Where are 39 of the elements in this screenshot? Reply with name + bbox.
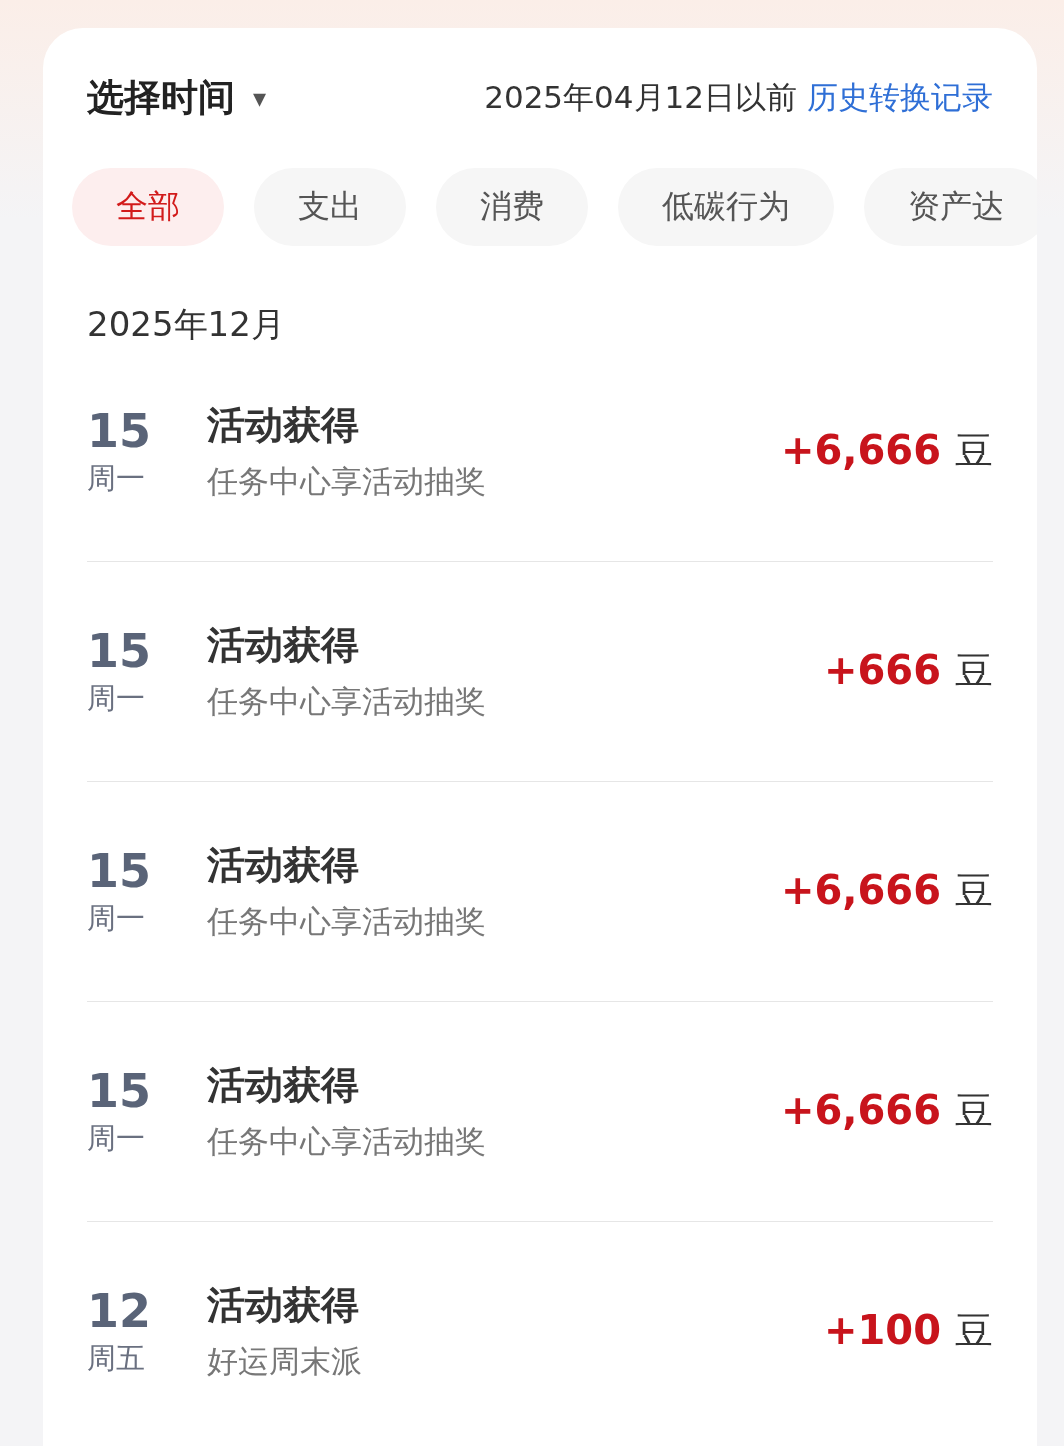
amount-value: +100	[824, 1307, 941, 1353]
filter-tab[interactable]: 低碳行为	[618, 168, 834, 246]
amount-unit: 豆	[955, 648, 993, 695]
day-number: 15	[87, 623, 152, 680]
amount-unit: 豆	[955, 428, 993, 475]
weekday-label: 周一	[87, 680, 146, 718]
weekday-label: 周一	[87, 1120, 146, 1158]
filter-tab[interactable]: 支出	[254, 168, 406, 246]
record-title: 活动获得	[207, 842, 360, 889]
record-detail: 任务中心享活动抽奖	[207, 1122, 487, 1161]
record-title: 活动获得	[207, 402, 360, 449]
record-detail: 任务中心享活动抽奖	[207, 902, 487, 941]
day-number: 15	[87, 1063, 152, 1120]
record-detail: 好运周末派	[207, 1342, 363, 1381]
history-link[interactable]: 历史转换记录	[807, 77, 993, 119]
record-detail: 任务中心享活动抽奖	[207, 682, 487, 721]
weekday-label: 周五	[87, 1340, 146, 1378]
day-number: 12	[87, 1283, 152, 1340]
record-title: 活动获得	[207, 1062, 360, 1109]
amount-value: +666	[824, 647, 941, 693]
amount-unit: 豆	[955, 1088, 993, 1135]
record-detail: 任务中心享活动抽奖	[207, 462, 487, 501]
day-number: 15	[87, 403, 152, 460]
record-title: 活动获得	[207, 622, 360, 669]
weekday-label: 周一	[87, 460, 146, 498]
filter-tab[interactable]: 消费	[436, 168, 588, 246]
amount-value: +6,666	[780, 427, 941, 473]
filter-tab[interactable]: 全部	[72, 168, 224, 246]
amount-unit: 豆	[955, 868, 993, 915]
month-label: 2025年12月	[87, 303, 286, 342]
weekday-label: 周一	[87, 900, 146, 938]
time-picker[interactable]: 选择时间 ▾	[87, 73, 267, 123]
amount-value: +6,666	[780, 867, 941, 913]
filter-tab[interactable]: 资产达	[864, 168, 1037, 246]
amount-unit: 豆	[955, 1308, 993, 1355]
day-number: 15	[87, 843, 152, 900]
date-note: 2025年04月12日以前	[484, 78, 797, 117]
amount-value: +6,666	[780, 1087, 941, 1133]
record-title: 活动获得	[207, 1282, 360, 1329]
